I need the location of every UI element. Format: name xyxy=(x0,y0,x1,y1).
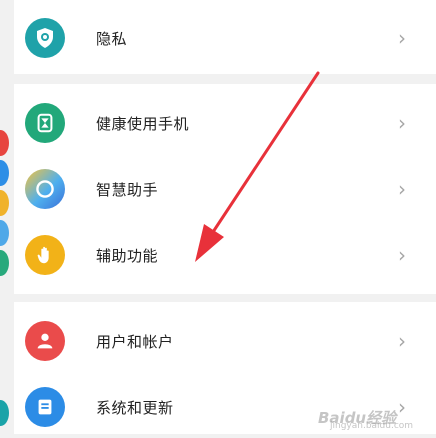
annotation-arrow xyxy=(195,71,320,262)
watermark-subtext: jingyan.baidu.com xyxy=(330,421,414,431)
